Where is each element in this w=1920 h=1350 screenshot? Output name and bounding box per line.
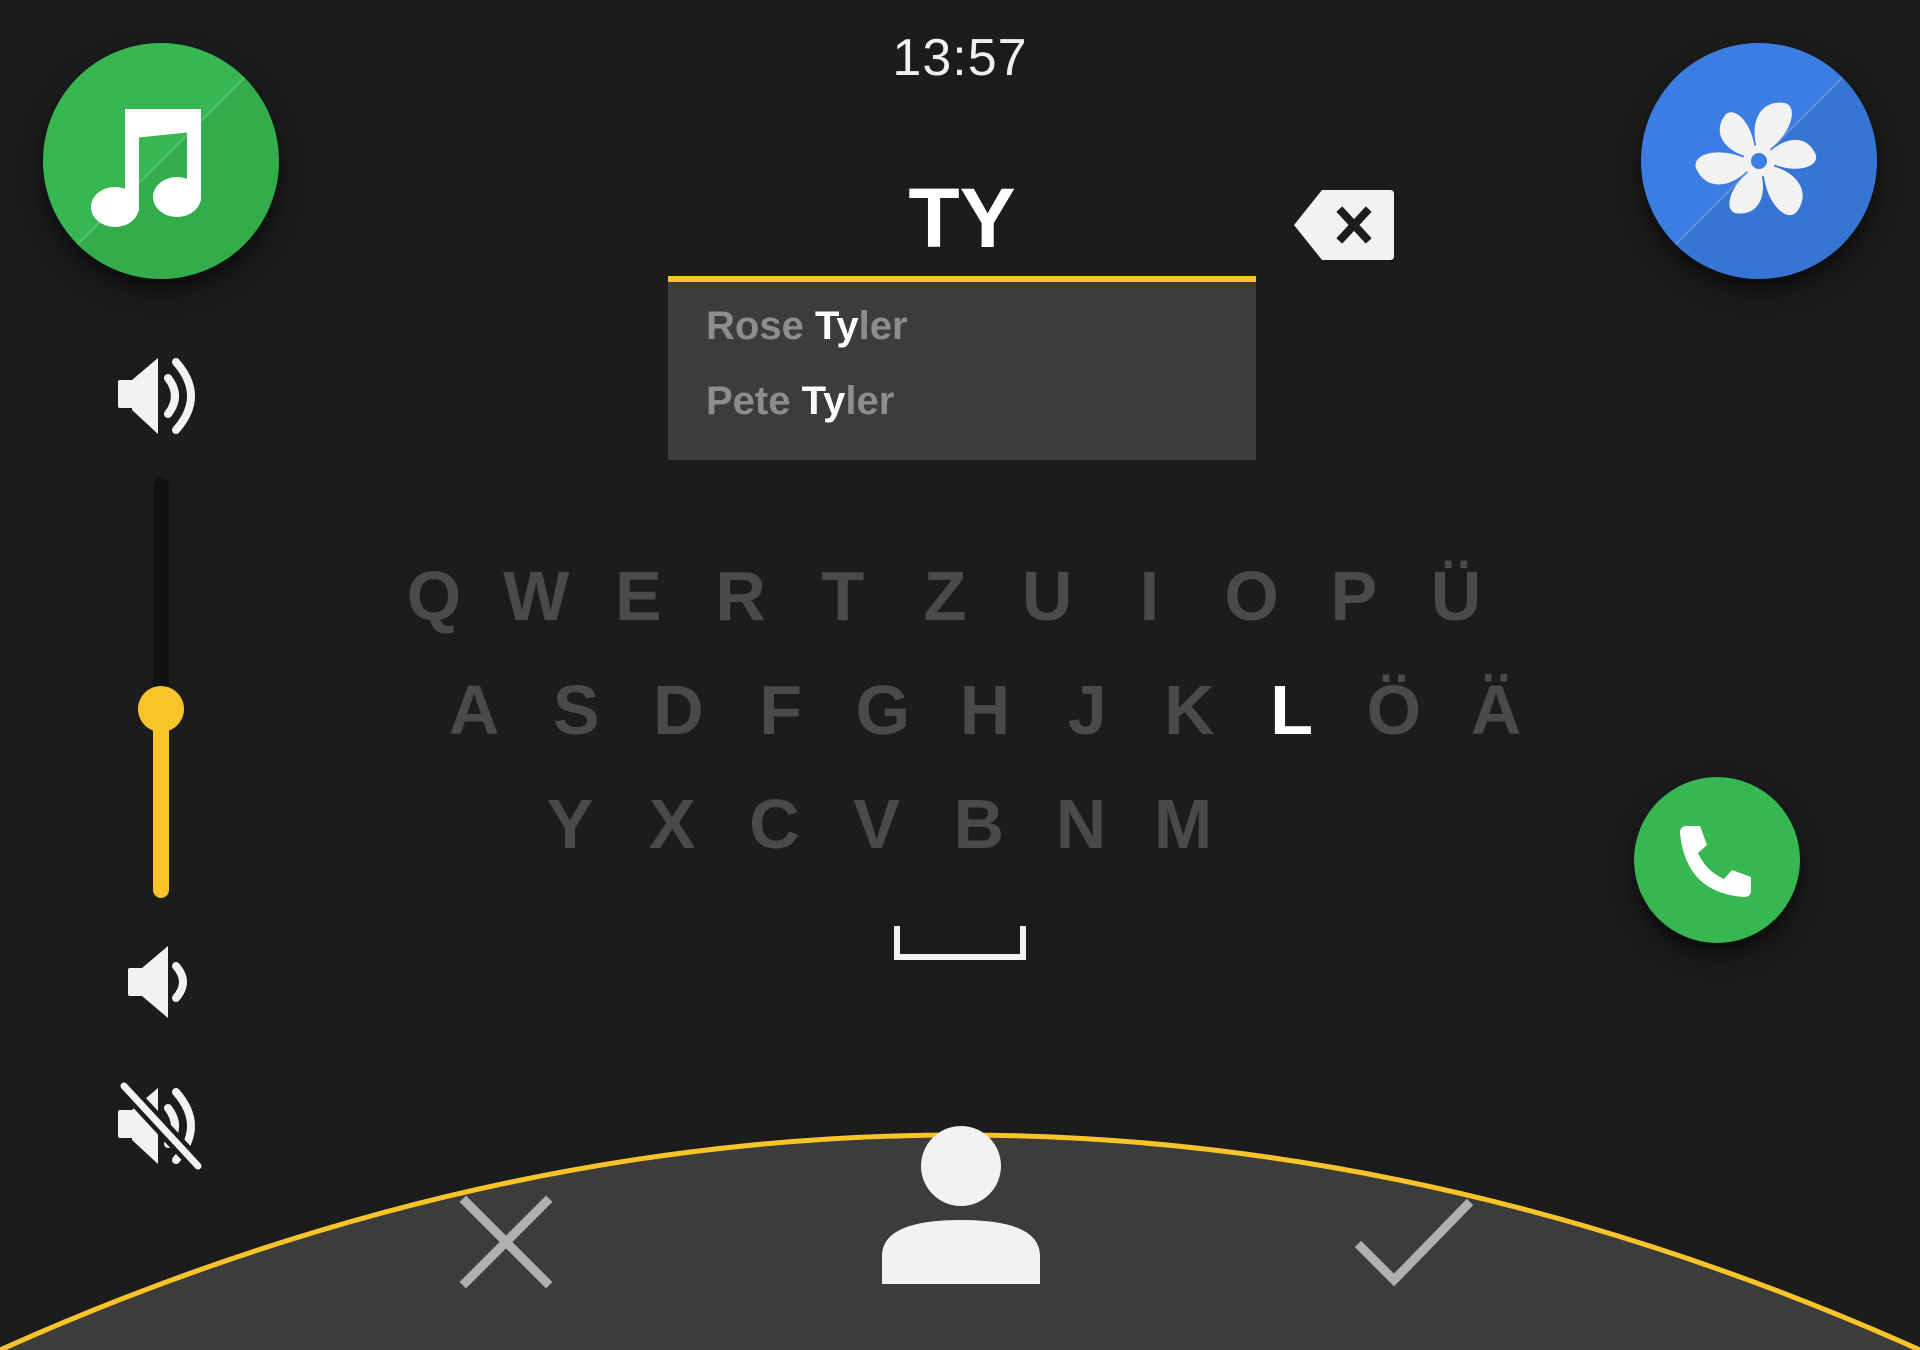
volume-down-button[interactable] <box>124 942 194 1027</box>
phone-icon <box>1680 826 1751 897</box>
fan-icon <box>1695 102 1816 215</box>
suggestion-rest: ler <box>845 379 895 423</box>
key-C[interactable]: C <box>734 784 814 864</box>
space-key[interactable] <box>894 924 1026 960</box>
key-I[interactable]: I <box>1109 556 1189 636</box>
key-Z[interactable]: Z <box>905 556 985 636</box>
suggestion-item[interactable]: Pete Tyler <box>706 379 894 424</box>
backspace-icon <box>1294 190 1394 260</box>
key-N[interactable]: N <box>1041 784 1121 864</box>
key-B[interactable]: B <box>939 784 1019 864</box>
key-M[interactable]: M <box>1143 784 1223 864</box>
key-P[interactable]: P <box>1314 556 1394 636</box>
key-V[interactable]: V <box>837 784 917 864</box>
status-clock: 13:57 <box>892 29 1028 87</box>
volume-up-icon <box>118 358 195 434</box>
key-E[interactable]: E <box>598 556 678 636</box>
key-Y[interactable]: Y <box>530 784 610 864</box>
music-app-button[interactable] <box>43 43 279 279</box>
volume-up-button[interactable] <box>114 352 206 445</box>
suggestion-prefix: Rose <box>706 304 815 348</box>
suggestion-prefix: Pete <box>706 379 802 423</box>
suggestion-match: Ty <box>814 304 859 348</box>
suggestion-rest: ler <box>858 304 908 348</box>
key-Q[interactable]: Q <box>394 556 474 636</box>
music-note-icon <box>91 109 201 227</box>
key-X[interactable]: X <box>632 784 712 864</box>
key-L[interactable]: L <box>1252 670 1332 750</box>
check-icon <box>1354 1198 1474 1287</box>
key-T[interactable]: T <box>803 556 883 636</box>
space-bar-icon <box>894 926 1026 960</box>
backspace-button[interactable] <box>1292 188 1396 262</box>
key-S[interactable]: S <box>536 670 616 750</box>
cancel-button[interactable] <box>458 1194 554 1295</box>
climate-app-button[interactable] <box>1641 43 1877 279</box>
person-icon <box>882 1126 1040 1284</box>
contact-button[interactable] <box>882 1124 1040 1289</box>
key-O[interactable]: O <box>1212 556 1292 636</box>
key-Ö[interactable]: Ö <box>1354 670 1434 750</box>
key-W[interactable]: W <box>496 556 576 636</box>
volume-down-icon <box>128 946 187 1018</box>
key-K[interactable]: K <box>1149 670 1229 750</box>
key-G[interactable]: G <box>843 670 923 750</box>
key-D[interactable]: D <box>638 670 718 750</box>
key-A[interactable]: A <box>434 670 514 750</box>
key-Ä[interactable]: Ä <box>1456 670 1536 750</box>
volume-slider-fill <box>153 709 169 898</box>
suggestion-item[interactable]: Rose Tyler <box>706 304 908 349</box>
search-input[interactable]: TY <box>668 170 1256 267</box>
close-icon <box>459 1195 553 1289</box>
key-U[interactable]: U <box>1007 556 1087 636</box>
confirm-button[interactable] <box>1352 1194 1476 1295</box>
phone-call-button[interactable] <box>1634 777 1800 943</box>
key-J[interactable]: J <box>1047 670 1127 750</box>
key-R[interactable]: R <box>701 556 781 636</box>
suggestion-match: Ty <box>801 379 846 423</box>
key-F[interactable]: F <box>741 670 821 750</box>
volume-slider-handle[interactable] <box>138 686 184 732</box>
suggestion-list: Rose Tyler Pete Tyler <box>668 282 1256 460</box>
key-Ü[interactable]: Ü <box>1416 556 1496 636</box>
key-H[interactable]: H <box>945 670 1025 750</box>
